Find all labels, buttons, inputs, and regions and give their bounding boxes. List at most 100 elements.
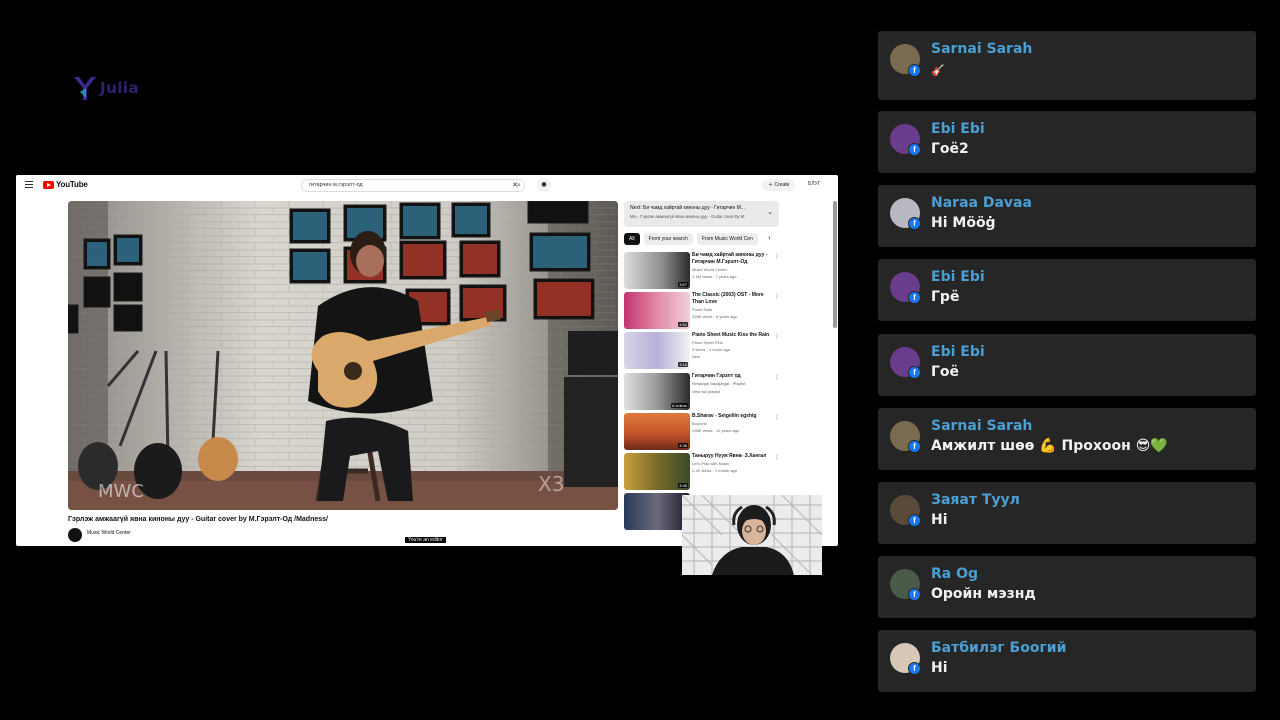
- related-channel: Renjargal Bayajargal · Playlist: [692, 381, 746, 386]
- chat-message: f Ebi Ebi Гоё2: [878, 111, 1256, 173]
- related-title[interactable]: Таныруу Нүүж Явна- З.Хангал: [692, 453, 772, 460]
- chevron-right-icon[interactable]: ›: [768, 234, 771, 242]
- watermark-left: MWC: [98, 481, 144, 502]
- editor-notice: You're an editor: [405, 537, 446, 543]
- view-playlist-link[interactable]: View full playlist: [692, 389, 772, 395]
- facebook-icon: f: [908, 143, 921, 156]
- chat-message: f Заяат Туул Hi: [878, 482, 1256, 544]
- related-stats: 2.2K views · 1 month ago: [692, 468, 738, 473]
- related-stats: 3 views · 4 hours ago: [692, 347, 731, 352]
- chat-author: Sarnai Sarah: [931, 418, 1033, 434]
- search-input[interactable]: гитарчин м.гэрэлт-од ✕: [301, 179, 525, 192]
- webcam-feed: [682, 495, 822, 575]
- chat-message: f Ra Og Оройн мэзнд: [878, 556, 1256, 618]
- mic-icon[interactable]: ●: [537, 178, 551, 192]
- facebook-icon: f: [908, 291, 921, 304]
- chat-text: Грё: [931, 289, 960, 305]
- chat-text: 🎸: [931, 64, 945, 77]
- next-title: Next: Би чамд хайртай киноны дуу - Гитар…: [630, 205, 745, 211]
- filter-chips: All From your search From Music World Ce…: [624, 233, 758, 245]
- video-title[interactable]: Гэрлэж амжаагүй явна киноны дуу - Guitar…: [68, 516, 328, 523]
- chevron-down-icon[interactable]: ⌄: [767, 208, 773, 216]
- channel-avatar[interactable]: [68, 528, 82, 542]
- duration-badge: 4:51: [678, 322, 688, 327]
- related-stats: 228K views · 8 years ago: [692, 314, 737, 319]
- chat-message: f Ebi Ebi Гоё: [878, 334, 1256, 396]
- playlist-thumbnail[interactable]: 6 videos: [624, 373, 690, 410]
- search-icon[interactable]: ⌕: [512, 178, 526, 192]
- chat-author: Батбилэг Боогий: [931, 640, 1067, 656]
- video-thumbnail[interactable]: 4:51: [624, 292, 690, 329]
- video-player[interactable]: MWC X3: [68, 201, 618, 510]
- related-playlist[interactable]: 6 videos Гитарчин Гэрэлт од Renjargal Ba…: [624, 373, 794, 411]
- create-label: Create: [774, 182, 790, 188]
- related-video[interactable]: 3:57 Би чамд хайртай киноны дуу - Гитарч…: [624, 252, 794, 290]
- user-menu[interactable]: БЛУГ: [808, 181, 820, 187]
- chip-all[interactable]: All: [624, 233, 640, 245]
- video-thumbnail[interactable]: 4:36: [624, 413, 690, 450]
- facebook-icon: f: [908, 217, 921, 230]
- create-button[interactable]: ＋ Create: [762, 179, 796, 191]
- more-options-icon[interactable]: ⋮: [774, 253, 780, 260]
- chat-author: Ra Og: [931, 566, 979, 582]
- chat-author: Sarnai Sarah: [931, 41, 1033, 57]
- related-title[interactable]: Гитарчин Гэрэлт од: [692, 373, 772, 380]
- chip-from-search[interactable]: From your search: [643, 233, 693, 245]
- duration-badge: 4:36: [678, 443, 688, 448]
- related-channel: Let's Play with Mash!: [692, 461, 730, 466]
- menu-icon[interactable]: [25, 181, 33, 189]
- chat-message: f Naraa Davaa Hi Mööġ: [878, 185, 1256, 247]
- logo-y-icon: [74, 77, 96, 100]
- next-up-box[interactable]: Next: Би чамд хайртай киноны дуу - Гитар…: [624, 201, 779, 227]
- facebook-icon: f: [908, 366, 921, 379]
- more-options-icon[interactable]: ⋮: [774, 454, 780, 461]
- chat-message: f Батбилэг Боогий Hi: [878, 630, 1256, 692]
- chat-author: Ebi Ebi: [931, 344, 985, 360]
- logo-text: Julia: [100, 79, 140, 97]
- facebook-icon: f: [908, 588, 921, 601]
- chat-author: Ebi Ebi: [931, 121, 985, 137]
- chip-from-channel[interactable]: From Music World Cen: [696, 233, 758, 245]
- video-thumbnail[interactable]: [624, 493, 690, 530]
- next-subtitle: Mix - Гэрлэж амжаагүй явна киноны дуу - …: [630, 214, 746, 219]
- related-title[interactable]: The Classic (2003) OST - More Than Love: [692, 292, 772, 306]
- video-thumbnail[interactable]: 3:57: [624, 252, 690, 289]
- youtube-wordmark: YouTube: [56, 180, 88, 189]
- youtube-logo[interactable]: YouTube: [43, 180, 88, 189]
- more-options-icon[interactable]: ⋮: [774, 293, 780, 300]
- related-channel: Boorkhii: [692, 421, 707, 426]
- facebook-icon: f: [908, 64, 921, 77]
- youtube-topbar: YouTube гитарчин м.гэрэлт-од ✕ ⌕ ● ＋ Cre…: [16, 175, 838, 197]
- webcam-image: [682, 495, 822, 575]
- duration-badge: 3:57: [678, 282, 688, 287]
- page-scrollbar[interactable]: [833, 201, 837, 328]
- channel-name[interactable]: Music World Center: [87, 530, 131, 536]
- related-video[interactable]: 4:36 B.Sharav - Setgeliin egshig Boorkhi…: [624, 413, 794, 451]
- related-channel: Purint Sails: [692, 307, 713, 312]
- related-title[interactable]: B.Sharav - Setgeliin egshig: [692, 413, 772, 420]
- related-stats: 1.1M views · 7 years ago: [692, 274, 737, 279]
- new-badge: New: [692, 354, 701, 359]
- video-count-badge: 6 videos: [671, 403, 688, 408]
- related-video[interactable]: 4:51 The Classic (2003) OST - More Than …: [624, 292, 794, 330]
- video-thumbnail[interactable]: 3:46: [624, 453, 690, 490]
- stream-canvas: Julia YouTube гитарчин м.гэрэлт-од ✕ ⌕ ●…: [0, 0, 1280, 720]
- chat-message: f Ebi Ebi Грё: [878, 259, 1256, 321]
- more-options-icon[interactable]: ⋮: [774, 333, 780, 340]
- more-options-icon[interactable]: ⋮: [774, 374, 780, 381]
- related-video[interactable]: 3:18 Piano Sheet Music Kiss the Rain Pia…: [624, 332, 794, 370]
- facebook-icon: f: [908, 514, 921, 527]
- video-thumbnail[interactable]: 3:18: [624, 332, 690, 369]
- chat-text: Гоё2: [931, 141, 969, 157]
- facebook-icon: f: [908, 662, 921, 675]
- facebook-icon: f: [908, 440, 921, 453]
- stream-logo: Julia: [72, 74, 139, 102]
- related-channel: Piano Sheet Plus: [692, 340, 723, 345]
- shared-screen: YouTube гитарчин м.гэрэлт-од ✕ ⌕ ● ＋ Cre…: [16, 175, 838, 546]
- more-options-icon[interactable]: ⋮: [774, 414, 780, 421]
- related-title[interactable]: Piano Sheet Music Kiss the Rain: [692, 332, 772, 339]
- related-title[interactable]: Би чамд хайртай киноны дуу - Гитарчин М.…: [692, 252, 772, 266]
- related-video[interactable]: 3:46 Таныруу Нүүж Явна- З.Хангал Let's P…: [624, 453, 794, 491]
- chat-message: f Sarnai Sarah 🎸: [878, 31, 1256, 100]
- chat-text: Гоё: [931, 364, 960, 380]
